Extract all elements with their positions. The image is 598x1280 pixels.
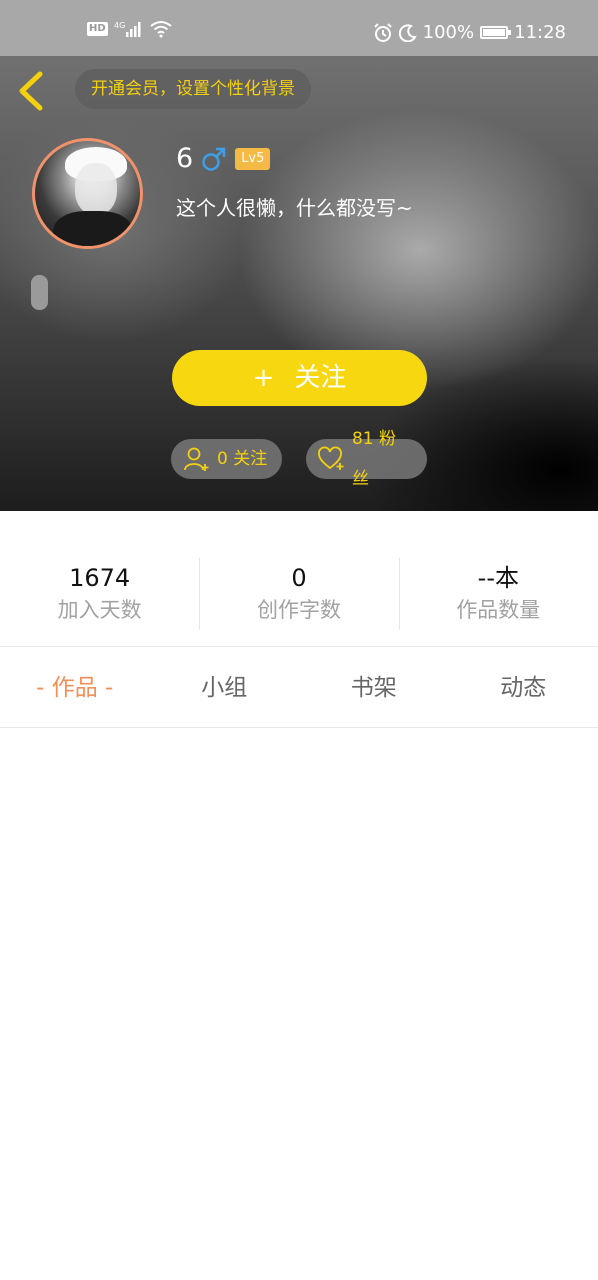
moon-icon [398, 23, 417, 42]
stat-value: --本 [477, 564, 519, 592]
profile-header: HD 4G 100% 11:28 开通会员，设置个性化背景 6 Lv5 这个人很… [0, 0, 598, 511]
following-button[interactable]: 0 关注 [171, 439, 282, 479]
wifi-icon [150, 21, 172, 38]
bio-text: 这个人很懒，什么都没写~ [176, 196, 413, 220]
chevron-left-icon [19, 71, 43, 111]
drag-handle[interactable] [31, 275, 48, 310]
status-bar: HD 4G 100% 11:28 [0, 0, 598, 56]
signal-icon: 4G [114, 21, 141, 37]
battery-icon [480, 26, 512, 39]
clock-time: 11:28 [514, 22, 566, 43]
svg-text:4G: 4G [114, 21, 125, 30]
vip-background-banner[interactable]: 开通会员，设置个性化背景 [75, 69, 311, 109]
alarm-icon [373, 22, 392, 42]
fans-button[interactable]: 81 粉丝 [306, 429, 427, 489]
username: 6 [176, 143, 194, 174]
back-button[interactable] [14, 70, 50, 112]
tab-bookshelf[interactable]: 书架 [299, 647, 449, 727]
stat-label: 创作字数 [256, 598, 341, 622]
avatar[interactable] [32, 138, 143, 249]
stat-join-days: 1674 加入天数 [0, 558, 199, 630]
fans-count: 81 粉丝 [351, 429, 397, 489]
hd-badge: HD [87, 22, 108, 36]
stat-value: 1674 [69, 564, 131, 592]
stat-label: 加入天数 [57, 598, 142, 622]
stat-label: 作品数量 [456, 598, 541, 622]
tab-bar: - 作品 - 小组 书架 动态 [0, 647, 598, 727]
plus-icon: + [252, 363, 275, 393]
heart-plus-icon [318, 446, 344, 470]
username-row: 6 Lv5 [176, 142, 271, 176]
stat-word-count: 0 创作字数 [199, 558, 398, 630]
battery-percent: 100% [422, 22, 475, 43]
add-user-icon [184, 447, 209, 471]
tab-groups[interactable]: 小组 [150, 647, 300, 727]
following-count: 0 关注 [217, 449, 268, 469]
follow-label: 关注 [294, 363, 347, 393]
profile-stats: 1674 加入天数 0 创作字数 --本 作品数量 [0, 558, 598, 630]
stat-value: 0 [291, 564, 307, 592]
follow-button[interactable]: + 关注 [172, 350, 427, 406]
stat-works-count: --本 作品数量 [398, 558, 598, 630]
tab-content [0, 728, 598, 1280]
tab-works[interactable]: - 作品 - [0, 647, 150, 727]
male-icon [202, 147, 226, 171]
tab-activity[interactable]: 动态 [449, 647, 598, 727]
level-badge: Lv5 [235, 148, 271, 170]
